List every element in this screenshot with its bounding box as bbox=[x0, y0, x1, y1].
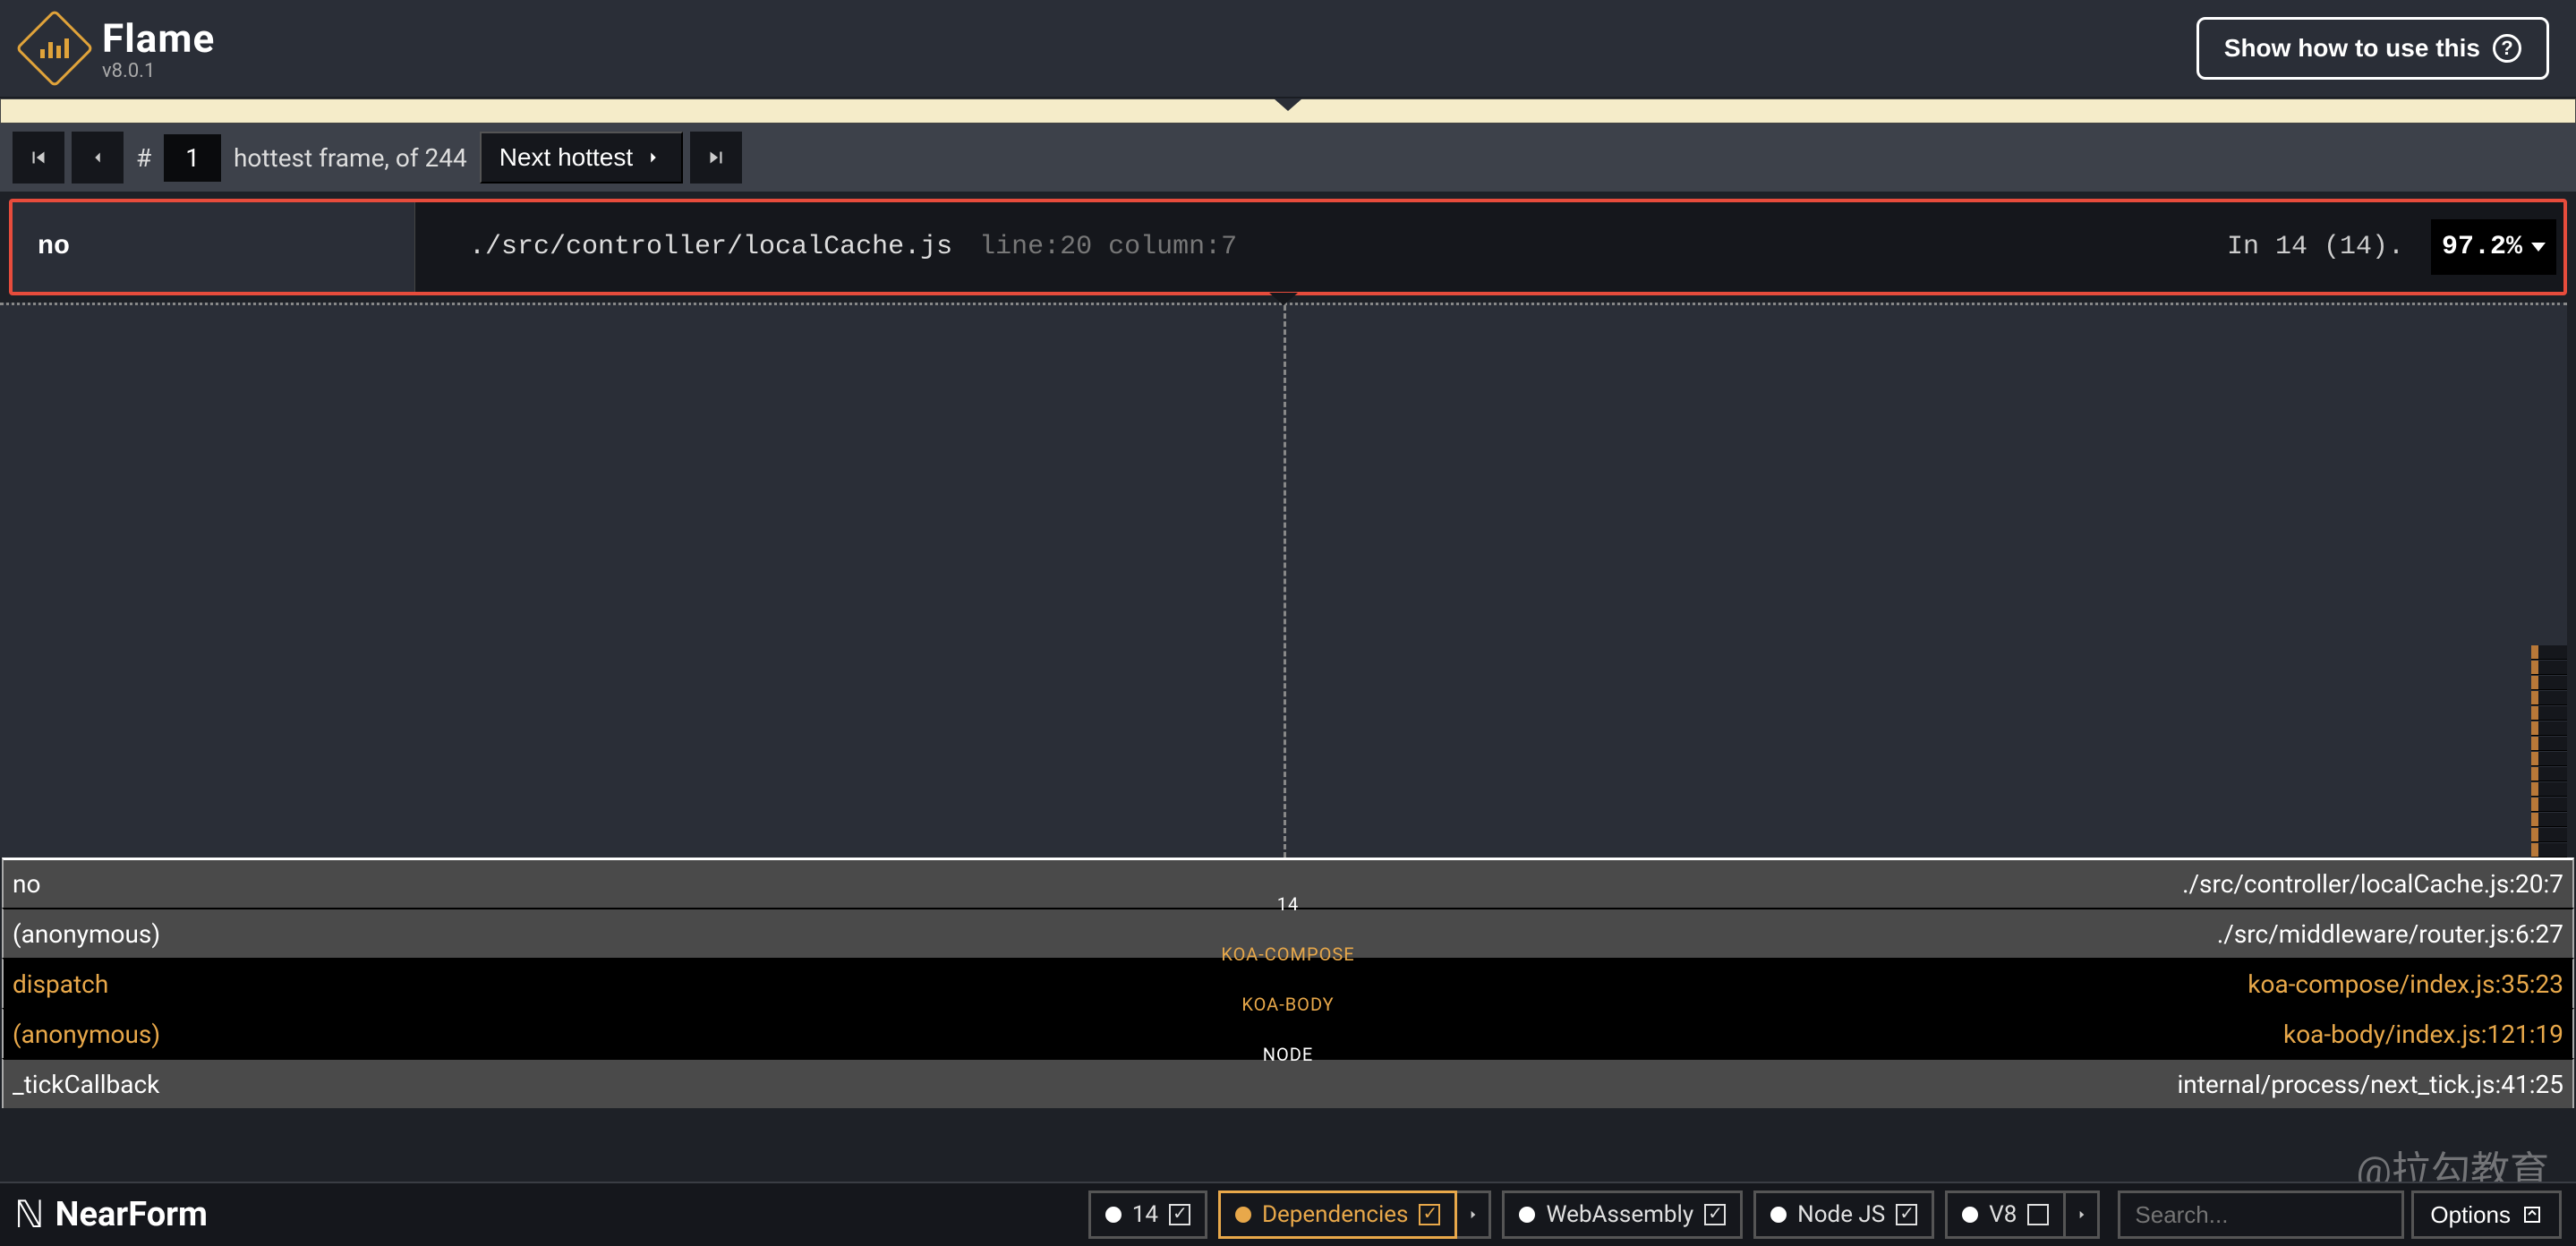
chip-dot-icon bbox=[1962, 1207, 1978, 1223]
prev-frame-button[interactable] bbox=[72, 132, 124, 183]
filter-chip[interactable]: Node JS bbox=[1753, 1191, 1934, 1239]
chip-dot-icon bbox=[1235, 1207, 1251, 1223]
stack-divider-label: NODE bbox=[1258, 1044, 1319, 1065]
frame-file-path: ./src/controller/localCache.js bbox=[469, 232, 952, 262]
skip-last-icon bbox=[704, 146, 728, 169]
chip-checkbox bbox=[2027, 1204, 2049, 1225]
selected-frame-banner[interactable]: no ./src/controller/localCache.js line:2… bbox=[9, 199, 2567, 295]
brand: Flame v8.0.1 bbox=[27, 15, 215, 82]
frame-count-label: hottest frame, of 244 bbox=[228, 143, 473, 173]
chip-checkbox bbox=[1419, 1204, 1440, 1225]
chip-label: V8 bbox=[1989, 1201, 2017, 1228]
chip-more-button[interactable] bbox=[1457, 1191, 1491, 1239]
stack-divider-label: KOA-BODY bbox=[1236, 994, 1339, 1015]
next-hottest-button[interactable]: Next hottest bbox=[480, 132, 683, 183]
caret-right-icon bbox=[2076, 1208, 2088, 1221]
stack-path: internal/process/next_tick.js:41:25 bbox=[2177, 1070, 2563, 1099]
stack-divider-label: KOA-COMPOSE bbox=[1215, 943, 1360, 965]
expand-icon bbox=[2521, 1204, 2543, 1225]
stack-gap bbox=[0, 1108, 2576, 1140]
stack-fn-name: _tickCallback bbox=[13, 1070, 159, 1099]
frame-percent-value: 97.2% bbox=[2442, 232, 2522, 262]
timeline-notch-icon bbox=[1274, 98, 1302, 111]
filter-chip[interactable]: 14 bbox=[1088, 1191, 1207, 1239]
filter-chip[interactable]: Dependencies bbox=[1218, 1191, 1458, 1239]
chevron-left-icon bbox=[88, 148, 107, 167]
frame-number-input[interactable]: 1 bbox=[164, 134, 221, 182]
stack-path: ./src/controller/localCache.js:20:7 bbox=[2182, 869, 2563, 899]
flamegraph-canvas[interactable] bbox=[0, 303, 2567, 858]
app-version: v8.0.1 bbox=[102, 60, 215, 82]
chip-checkbox bbox=[1704, 1204, 1726, 1225]
stack-fn-name: no bbox=[13, 869, 40, 899]
skip-first-icon bbox=[27, 146, 50, 169]
stack-path: ./src/middleware/router.js:6:27 bbox=[2217, 919, 2563, 949]
caret-right-icon bbox=[1467, 1208, 1480, 1221]
first-frame-button[interactable] bbox=[13, 132, 64, 183]
question-icon: ? bbox=[2493, 34, 2521, 63]
footer-bar: ℕ NearForm 14 Dependencies WebAssembly Node… bbox=[0, 1182, 2576, 1246]
top-timeline-strip[interactable] bbox=[0, 98, 2576, 124]
chevron-down-icon bbox=[2531, 243, 2546, 252]
frame-percent-dropdown[interactable]: 97.2% bbox=[2431, 219, 2556, 275]
chip-dot-icon bbox=[1519, 1207, 1535, 1223]
chip-label: Dependencies bbox=[1262, 1201, 1409, 1228]
nearform-name: NearForm bbox=[55, 1195, 208, 1234]
help-button[interactable]: Show how to use this ? bbox=[2196, 17, 2549, 80]
stack-path: koa-body/index.js:121:19 bbox=[2283, 1020, 2563, 1049]
options-label: Options bbox=[2430, 1201, 2511, 1229]
last-frame-button[interactable] bbox=[690, 132, 742, 183]
nearform-logo-icon: ℕ bbox=[14, 1192, 45, 1237]
flame-logo-icon bbox=[15, 9, 94, 88]
filter-chip[interactable]: V8 bbox=[1945, 1191, 2066, 1239]
chip-more-button[interactable] bbox=[2066, 1191, 2100, 1239]
chevron-right-icon bbox=[644, 148, 663, 167]
mini-flame-bars bbox=[2531, 413, 2567, 858]
options-button[interactable]: Options bbox=[2411, 1191, 2562, 1239]
frame-nav-bar: # 1 hottest frame, of 244 Next hottest bbox=[0, 124, 2576, 192]
chip-label: WebAssembly bbox=[1546, 1201, 1693, 1228]
stack-row[interactable]: NODE_tickCallbackinternal/process/next_t… bbox=[2, 1058, 2574, 1108]
stack-fn-name: dispatch bbox=[13, 969, 108, 999]
nearform-brand: ℕ NearForm bbox=[14, 1192, 208, 1237]
frame-stats: In 14 (14). bbox=[2227, 232, 2404, 262]
app-header: Flame v8.0.1 Show how to use this ? bbox=[0, 0, 2576, 98]
frame-hash: # bbox=[131, 143, 157, 173]
chip-checkbox bbox=[1169, 1204, 1190, 1225]
chip-label: 14 bbox=[1132, 1201, 1158, 1228]
flame-notch-icon bbox=[1269, 293, 1298, 305]
search-input[interactable] bbox=[2118, 1191, 2404, 1239]
stack-path: koa-compose/index.js:35:23 bbox=[2248, 969, 2563, 999]
help-button-label: Show how to use this bbox=[2224, 34, 2480, 63]
center-divider bbox=[1284, 305, 1286, 858]
stack-divider-label: 14 bbox=[1272, 893, 1304, 915]
filter-chip[interactable]: WebAssembly bbox=[1502, 1191, 1743, 1239]
chip-checkbox bbox=[1896, 1204, 1917, 1225]
frame-location: line:20 column:7 bbox=[979, 232, 1237, 262]
filter-chips: 14 Dependencies WebAssembly Node JS V8 bbox=[1088, 1191, 2111, 1239]
stack-fn-name: (anonymous) bbox=[13, 1020, 160, 1049]
stack-list: no ./src/controller/localCache.js:20:7 14 (… bbox=[2, 858, 2574, 1108]
frame-function-name: no bbox=[13, 202, 415, 292]
chip-dot-icon bbox=[1770, 1207, 1787, 1223]
chip-dot-icon bbox=[1105, 1207, 1122, 1223]
chip-label: Node JS bbox=[1797, 1201, 1885, 1228]
app-name: Flame bbox=[102, 15, 215, 62]
stack-fn-name: (anonymous) bbox=[13, 919, 160, 949]
next-hottest-label: Next hottest bbox=[499, 143, 633, 172]
